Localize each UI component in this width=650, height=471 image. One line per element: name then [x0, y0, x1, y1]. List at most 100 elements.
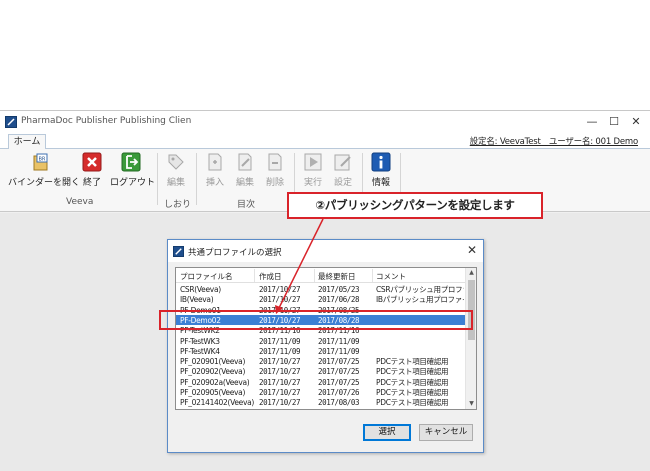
column-separator — [372, 269, 373, 282]
close-button[interactable]: ✕ — [626, 114, 646, 130]
document-delete-icon — [268, 153, 282, 171]
created-date-cell: 2017/10/27 — [259, 377, 301, 387]
app-icon — [5, 116, 17, 128]
select-button[interactable]: 選択 — [363, 424, 411, 441]
updated-date-cell: 2017/07/25 — [318, 377, 360, 387]
created-date-cell: 2017/10/27 — [259, 398, 301, 408]
profile-name-cell: PF-TestWK3 — [180, 336, 220, 346]
profile-name-cell: CSR(Veeva) — [180, 285, 221, 294]
comment-cell: PDCテスト項目確認用 — [376, 357, 449, 367]
list-scrollbar[interactable]: ▲ ▼ — [465, 268, 476, 409]
profile-select-dialog: 共通プロファイルの選択 ✕ プロファイル名 作成日 最終更新日 コメント CSR… — [167, 239, 484, 453]
settings-button[interactable]: 設定 — [330, 152, 356, 188]
updated-date-cell: 2017/06/28 — [318, 295, 360, 305]
config-user-info: 設定名: VeevaTest ユーザー名: 001 Demo — [469, 137, 638, 147]
list-header: プロファイル名 作成日 最終更新日 コメント — [176, 268, 466, 283]
column-separator — [254, 269, 255, 282]
table-row[interactable]: PF_02141402(Veeva) 2017/10/27 2017/08/03 PD… — [176, 397, 466, 407]
selected-row-highlight-box — [159, 310, 473, 330]
table-row[interactable]: PF_020901(Veeva) 2017/10/27 2017/07/25 PDCテ… — [176, 356, 466, 366]
group-separator — [157, 153, 158, 205]
updated-date-cell: 2017/05/23 — [318, 285, 360, 294]
insert-button[interactable]: 挿入 — [202, 152, 228, 188]
maximize-button[interactable]: ☐ — [604, 114, 624, 130]
table-row[interactable]: PF_020902(Veeva) 2017/10/27 2017/07/25 PDCテ… — [176, 366, 466, 376]
tag-edit-icon — [168, 154, 184, 170]
svg-text:BR: BR — [39, 157, 46, 163]
cancel-button[interactable]: キャンセル — [419, 424, 473, 441]
column-header-comment[interactable]: コメント — [376, 271, 464, 282]
created-date-cell: 2017/10/27 — [259, 285, 301, 294]
group-label-toc: 目次 — [237, 200, 256, 210]
created-date-cell: 2017/11/09 — [259, 336, 301, 346]
info-icon — [371, 152, 391, 172]
comment-cell: IBパブリッシュ用プロファイル(Ve — [376, 295, 464, 305]
profile-name-cell: PF_02141402(Veeva) — [180, 398, 254, 408]
tab-home[interactable]: ホーム — [8, 134, 46, 150]
table-row[interactable]: PF_020902a(Veeva) 2017/10/27 2017/07/25 PDC… — [176, 377, 466, 387]
scroll-down-icon[interactable]: ▼ — [466, 399, 476, 409]
updated-date-cell: 2017/07/25 — [318, 367, 360, 377]
edit-bookmark-button[interactable]: 編集 — [162, 152, 190, 188]
title-bar: PharmaDoc Publisher Publishing Client Ve… — [0, 111, 650, 133]
profile-name-cell: IB(Veeva) — [180, 295, 214, 305]
minimize-button[interactable]: — — [582, 114, 602, 130]
logout-icon — [121, 152, 141, 172]
profile-name-cell: PF-TestWK4 — [180, 346, 220, 356]
table-row[interactable]: CSR(Veeva) 2017/10/27 2017/05/23 CSRパブリッシュ用… — [176, 284, 466, 294]
logout-button[interactable]: ログアウト — [110, 152, 155, 188]
profile-name-cell: PF_020902a(Veeva) — [180, 377, 250, 387]
comment-cell: PDCテスト項目確認用 — [376, 367, 449, 377]
profile-list[interactable]: プロファイル名 作成日 最終更新日 コメント CSR(Veeva) 2017/10… — [175, 267, 477, 410]
created-date-cell: 2017/10/27 — [259, 388, 301, 397]
instruction-callout: ②パブリッシングパターンを設定します — [287, 192, 543, 219]
comment-cell: CSRパブリッシュ用プロファイル — [376, 285, 464, 294]
app-icon — [173, 246, 184, 257]
column-header-updated[interactable]: 最終更新日 — [318, 271, 372, 282]
open-binder-button[interactable]: BR バインダーを開く — [8, 152, 80, 188]
document-edit-icon — [238, 153, 252, 171]
dialog-close-button[interactable]: ✕ — [467, 243, 477, 257]
updated-date-cell: 2017/08/03 — [318, 398, 360, 408]
column-separator — [314, 269, 315, 282]
group-separator — [196, 153, 197, 205]
settings-edit-icon — [334, 154, 351, 171]
scroll-up-icon[interactable]: ▲ — [466, 268, 476, 278]
column-header-name[interactable]: プロファイル名 — [180, 271, 252, 282]
profile-name-cell: PF_020901(Veeva) — [180, 357, 246, 367]
created-date-cell: 2017/11/09 — [259, 346, 301, 356]
group-label-bookmark: しおり — [164, 200, 192, 210]
group-label-veeva: Veeva — [66, 197, 94, 207]
updated-date-cell: 2017/07/25 — [318, 357, 360, 367]
profile-name-cell: PF_020905(Veeva) — [180, 388, 246, 397]
created-date-cell: 2017/10/27 — [259, 295, 301, 305]
comment-cell: PDCテスト項目確認用 — [376, 377, 449, 387]
ribbon-tab-row: ホーム 設定名: VeevaTest ユーザー名: 001 Demo — [0, 133, 650, 150]
document-insert-icon — [208, 153, 222, 171]
run-button[interactable]: 実行 — [300, 152, 326, 188]
play-icon — [304, 153, 322, 171]
updated-date-cell: 2017/11/09 — [318, 336, 360, 346]
exit-button[interactable]: 終了 — [80, 152, 104, 188]
window-title: PharmaDoc Publisher Publishing Client Ve… — [21, 116, 191, 126]
binder-icon: BR — [33, 153, 48, 171]
column-header-created[interactable]: 作成日 — [259, 271, 313, 282]
table-row[interactable]: IB(Veeva) 2017/10/27 2017/06/28 IBパブリッシュ用プロ… — [176, 294, 466, 304]
edit-toc-button[interactable]: 編集 — [232, 152, 258, 188]
comment-cell: PDCテスト項目確認用 — [376, 388, 449, 397]
close-x-icon — [82, 152, 102, 172]
comment-cell: PDCテスト項目確認用 — [376, 398, 449, 408]
created-date-cell: 2017/10/27 — [259, 357, 301, 367]
screenshot-stage: PharmaDoc Publisher Publishing Client Ve… — [0, 0, 650, 471]
updated-date-cell: 2017/07/26 — [318, 388, 360, 397]
table-row[interactable]: PF-TestWK4 2017/11/09 2017/11/09 — [176, 346, 466, 356]
updated-date-cell: 2017/11/09 — [318, 346, 360, 356]
delete-button[interactable]: 削除 — [262, 152, 288, 188]
table-row[interactable]: PF-TestWK3 2017/11/09 2017/11/09 — [176, 336, 466, 346]
created-date-cell: 2017/10/27 — [259, 367, 301, 377]
info-button[interactable]: 情報 — [368, 152, 394, 188]
profile-name-cell: PF_020902(Veeva) — [180, 367, 246, 377]
dialog-title: 共通プロファイルの選択 — [188, 248, 282, 258]
table-row[interactable]: PF_020905(Veeva) 2017/10/27 2017/07/26 PDCテ… — [176, 387, 466, 397]
dialog-title-bar: 共通プロファイルの選択 ✕ — [168, 240, 483, 262]
